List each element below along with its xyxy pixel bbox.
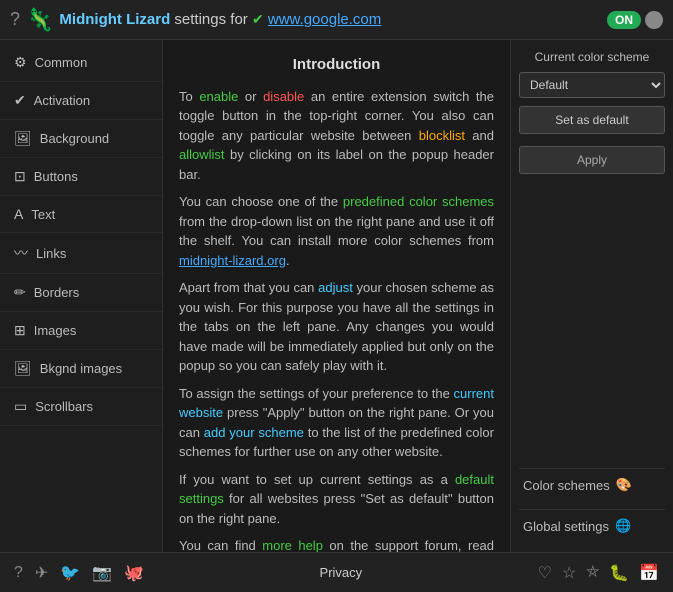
calendar-icon[interactable]: 📅 (639, 563, 659, 583)
sidebar-label-text: Text (31, 207, 55, 222)
sidebar-label-buttons: Buttons (34, 169, 78, 184)
privacy-label[interactable]: Privacy (320, 565, 363, 580)
text-icon: A (14, 206, 23, 222)
footer-right-icons: ♡ ☆ ⛤ 🐛 📅 (538, 563, 659, 583)
intro-p2: You can choose one of the predefined col… (179, 192, 494, 270)
sidebar-item-text[interactable]: A Text (0, 196, 162, 233)
toggle-label: ON (615, 13, 633, 27)
header: ? 🦎 Midnight Lizard settings for ✔ www.g… (0, 0, 673, 40)
midnight-lizard-link[interactable]: midnight-lizard.org (179, 253, 286, 268)
color-scheme-select[interactable]: Default (519, 72, 665, 98)
intro-p4: To assign the settings of your preferenc… (179, 384, 494, 462)
color-schemes-label: Color schemes (523, 478, 610, 493)
background-icon: 🖼 (14, 130, 32, 147)
sidebar-item-common[interactable]: ⚙ Common (0, 44, 162, 82)
sidebar-item-activation[interactable]: ✔ Activation (0, 82, 162, 120)
global-settings-label: Global settings (523, 519, 609, 534)
telegram-icon[interactable]: ✈ (35, 563, 48, 583)
sidebar-label-borders: Borders (34, 285, 80, 300)
logo-icon: 🦎 (26, 7, 53, 33)
sidebar-item-borders[interactable]: ✏ Borders (0, 274, 162, 312)
links-icon: 〰 (14, 243, 28, 263)
github-icon[interactable]: 🐙 (124, 563, 144, 583)
sidebar-item-scrollbars[interactable]: ▭ Scrollbars (0, 388, 162, 426)
star-icon[interactable]: ☆ (562, 563, 576, 583)
color-schemes-icon: 🎨 (616, 477, 632, 493)
intro-p6: You can find more help on the support fo… (179, 536, 494, 552)
scheme-label: Current color scheme (519, 50, 665, 64)
sidebar-label-background: Background (40, 131, 109, 146)
spacer (519, 182, 665, 460)
footer: ? ✈ 🐦 📷 🐙 Privacy ♡ ☆ ⛤ 🐛 📅 (0, 552, 673, 592)
question-icon[interactable]: ? (14, 564, 23, 582)
bkgnd-images-icon: 🖼 (14, 360, 32, 377)
gear-icon: ⚙ (14, 54, 27, 71)
right-pane: Current color scheme Default Set as defa… (510, 40, 673, 552)
header-title: Midnight Lizard settings for ✔ www.googl… (59, 11, 381, 28)
instagram-icon[interactable]: 📷 (92, 563, 112, 583)
sidebar-item-buttons[interactable]: ⊡ Buttons (0, 158, 162, 196)
sidebar-label-links: Links (36, 246, 66, 261)
sidebar: ⚙ Common ✔ Activation 🖼 Background ⊡ But… (0, 40, 163, 552)
images-icon: ⊞ (14, 322, 26, 339)
sidebar-label-images: Images (34, 323, 77, 338)
check-circle-icon: ✔ (14, 92, 26, 109)
sidebar-item-bkgnd-images[interactable]: 🖼 Bkgnd images (0, 350, 162, 388)
sidebar-item-images[interactable]: ⊞ Images (0, 312, 162, 350)
intro-p3: Apart from that you can adjust your chos… (179, 278, 494, 376)
borders-icon: ✏ (14, 284, 26, 301)
help-icon[interactable]: ? (10, 9, 20, 30)
translate-icon[interactable]: ⛤ (586, 564, 599, 582)
bug-icon[interactable]: 🐛 (609, 563, 629, 583)
set-default-button[interactable]: Set as default (519, 106, 665, 134)
sidebar-label-scrollbars: Scrollbars (35, 399, 93, 414)
apply-button[interactable]: Apply (519, 146, 665, 174)
globe-icon: 🌐 (615, 518, 631, 534)
sidebar-item-background[interactable]: 🖼 Background (0, 120, 162, 158)
sidebar-item-links[interactable]: 〰 Links (0, 233, 162, 274)
toggle-circle[interactable] (645, 11, 663, 29)
toggle-container: ON (607, 11, 663, 29)
footer-social-icons: ? ✈ 🐦 📷 🐙 (14, 563, 144, 583)
sidebar-label-activation: Activation (34, 93, 90, 108)
scrollbars-icon: ▭ (14, 398, 27, 415)
heart-icon[interactable]: ♡ (538, 563, 552, 583)
check-icon: ✔ (252, 11, 264, 27)
content-title: Introduction (179, 54, 494, 77)
intro-p5: If you want to set up current settings a… (179, 470, 494, 529)
global-settings-item[interactable]: Global settings 🌐 (519, 509, 665, 542)
title-mid: settings for (174, 11, 252, 28)
brand-name: Midnight Lizard (59, 11, 170, 28)
sidebar-label-bkgnd-images: Bkgnd images (40, 361, 122, 376)
sidebar-label-common: Common (35, 55, 88, 70)
color-schemes-item[interactable]: Color schemes 🎨 (519, 468, 665, 501)
toggle-pill[interactable]: ON (607, 11, 641, 29)
intro-p1: To enable or disable an entire extension… (179, 87, 494, 185)
twitter-icon[interactable]: 🐦 (60, 563, 80, 583)
main-body: ⚙ Common ✔ Activation 🖼 Background ⊡ But… (0, 40, 673, 552)
main-content: Introduction To enable or disable an ent… (163, 40, 510, 552)
buttons-icon: ⊡ (14, 168, 26, 185)
site-link[interactable]: www.google.com (268, 11, 381, 28)
